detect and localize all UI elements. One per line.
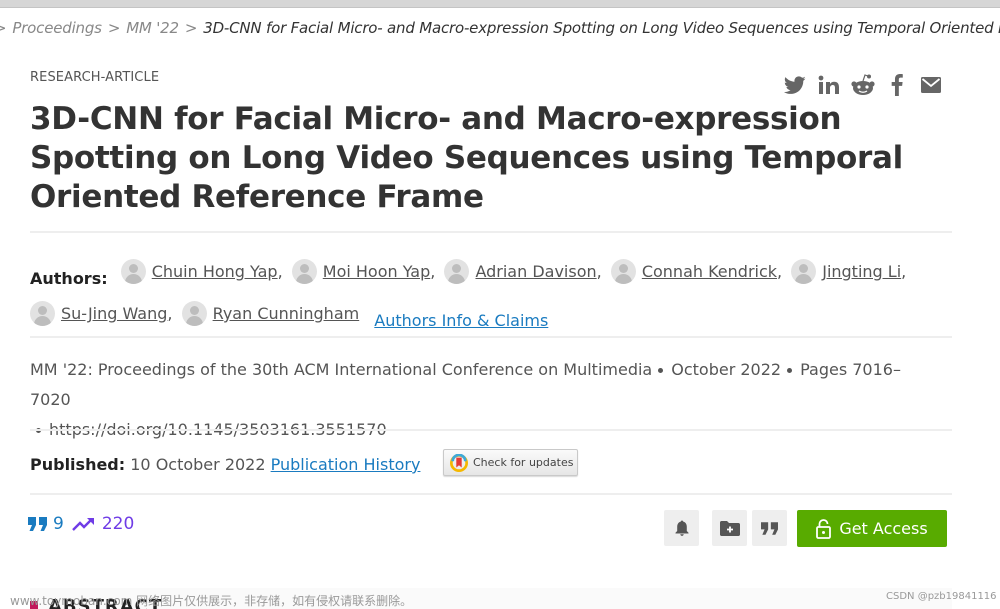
quote-icon bbox=[761, 521, 778, 535]
facebook-icon[interactable] bbox=[880, 72, 914, 98]
avatar bbox=[30, 301, 55, 326]
divider bbox=[30, 429, 952, 431]
action-buttons bbox=[664, 510, 787, 546]
author-separator: , bbox=[167, 304, 173, 323]
authors-list: Authors: Chuin Hong Yap, Moi Hoon Yap, A… bbox=[30, 254, 930, 338]
browser-top-bar bbox=[0, 0, 1000, 8]
breadcrumb-separator: > bbox=[184, 19, 198, 37]
author-item[interactable]: Su-Jing Wang, bbox=[30, 296, 173, 331]
divider bbox=[30, 336, 952, 338]
author-item[interactable]: Chuin Hong Yap, bbox=[120, 254, 283, 289]
share-bar bbox=[778, 72, 948, 98]
avatar bbox=[181, 301, 207, 326]
email-icon[interactable] bbox=[914, 72, 948, 98]
avatar bbox=[610, 259, 636, 284]
author-item[interactable]: Connah Kendrick, bbox=[610, 254, 783, 289]
avatar bbox=[291, 259, 317, 284]
author-separator: , bbox=[277, 262, 283, 281]
author-separator: , bbox=[901, 262, 907, 281]
breadcrumb-separator: > bbox=[0, 19, 7, 37]
authors-label: Authors: bbox=[30, 269, 108, 288]
source-credit: CSDN @pzb19841116 bbox=[886, 591, 997, 602]
breadcrumb-separator: > bbox=[107, 19, 121, 37]
citation-quote-icon bbox=[28, 517, 47, 531]
article-title: 3D-CNN for Facial Micro- and Macro-expre… bbox=[30, 101, 903, 215]
article-type-label: RESEARCH-ARTICLE bbox=[30, 70, 160, 85]
bell-icon bbox=[675, 520, 688, 536]
check-for-updates-label: Check for updates bbox=[473, 456, 574, 469]
author-item[interactable]: Ryan Cunningham bbox=[181, 296, 360, 331]
author-separator: , bbox=[777, 262, 783, 281]
avatar bbox=[444, 259, 470, 284]
breadcrumb-mm22[interactable]: MM '22 bbox=[126, 19, 179, 37]
author-name[interactable]: Adrian Davison bbox=[475, 254, 596, 289]
author-separator: , bbox=[430, 262, 436, 281]
avatar bbox=[120, 259, 146, 284]
check-for-updates-button[interactable]: Check for updates bbox=[443, 449, 578, 476]
metrics-bar: 9 220 bbox=[28, 514, 134, 534]
published-label: Published: bbox=[30, 455, 126, 474]
divider bbox=[30, 493, 952, 495]
get-access-label: Get Access bbox=[839, 519, 928, 538]
author-name[interactable]: Moi Hoon Yap bbox=[323, 254, 431, 289]
linkedin-icon[interactable] bbox=[812, 72, 846, 98]
bullet bbox=[658, 368, 664, 373]
reddit-icon[interactable] bbox=[846, 72, 880, 98]
breadcrumb-current: 3D-CNN for Facial Micro- and Macro-expre… bbox=[203, 19, 1000, 37]
crossmark-icon bbox=[450, 453, 468, 472]
author-name[interactable]: Connah Kendrick bbox=[642, 254, 777, 289]
avatar bbox=[791, 259, 817, 284]
download-count[interactable]: 220 bbox=[102, 514, 134, 534]
published-date: 10 October 2022 bbox=[130, 455, 266, 474]
export-citation-button[interactable] bbox=[752, 510, 787, 546]
trending-up-icon bbox=[71, 517, 94, 531]
divider bbox=[30, 231, 952, 233]
author-name[interactable]: Ryan Cunningham bbox=[213, 296, 360, 331]
author-item[interactable]: Jingting Li, bbox=[791, 254, 906, 289]
twitter-icon[interactable] bbox=[778, 72, 812, 98]
watermark-text: www.toymoban.com 网络图片仅供展示，非存储，如有侵权请联系删除。 bbox=[10, 594, 413, 608]
breadcrumb: > Proceedings > MM '22 >3D-CNN for Facial Mi… bbox=[0, 19, 1000, 37]
authors-info-claims-link[interactable]: Authors Info & Claims bbox=[374, 311, 548, 330]
folder-add-icon bbox=[719, 520, 740, 536]
publication-date: October 2022 bbox=[671, 360, 782, 379]
unlock-icon bbox=[816, 518, 832, 539]
citation-count[interactable]: 9 bbox=[53, 514, 64, 534]
author-item[interactable]: Adrian Davison, bbox=[444, 254, 602, 289]
get-access-button[interactable]: Get Access bbox=[797, 510, 947, 547]
publication-history-link[interactable]: Publication History bbox=[271, 455, 421, 474]
breadcrumb-proceedings[interactable]: Proceedings bbox=[12, 19, 102, 37]
author-name[interactable]: Jingting Li bbox=[822, 254, 901, 289]
venue-link[interactable]: MM '22: Proceedings of the 30th ACM Inte… bbox=[30, 360, 652, 379]
author-name[interactable]: Su-Jing Wang bbox=[61, 296, 167, 331]
published-info: Published: 10 October 2022 Publication H… bbox=[30, 455, 420, 474]
bullet bbox=[787, 368, 793, 373]
author-separator: , bbox=[596, 262, 602, 281]
author-name[interactable]: Chuin Hong Yap bbox=[152, 254, 278, 289]
author-item[interactable]: Moi Hoon Yap, bbox=[291, 254, 436, 289]
alert-button[interactable] bbox=[664, 510, 699, 546]
add-to-binder-button[interactable] bbox=[712, 510, 747, 546]
publication-info: MM '22: Proceedings of the 30th ACM Inte… bbox=[30, 355, 930, 445]
